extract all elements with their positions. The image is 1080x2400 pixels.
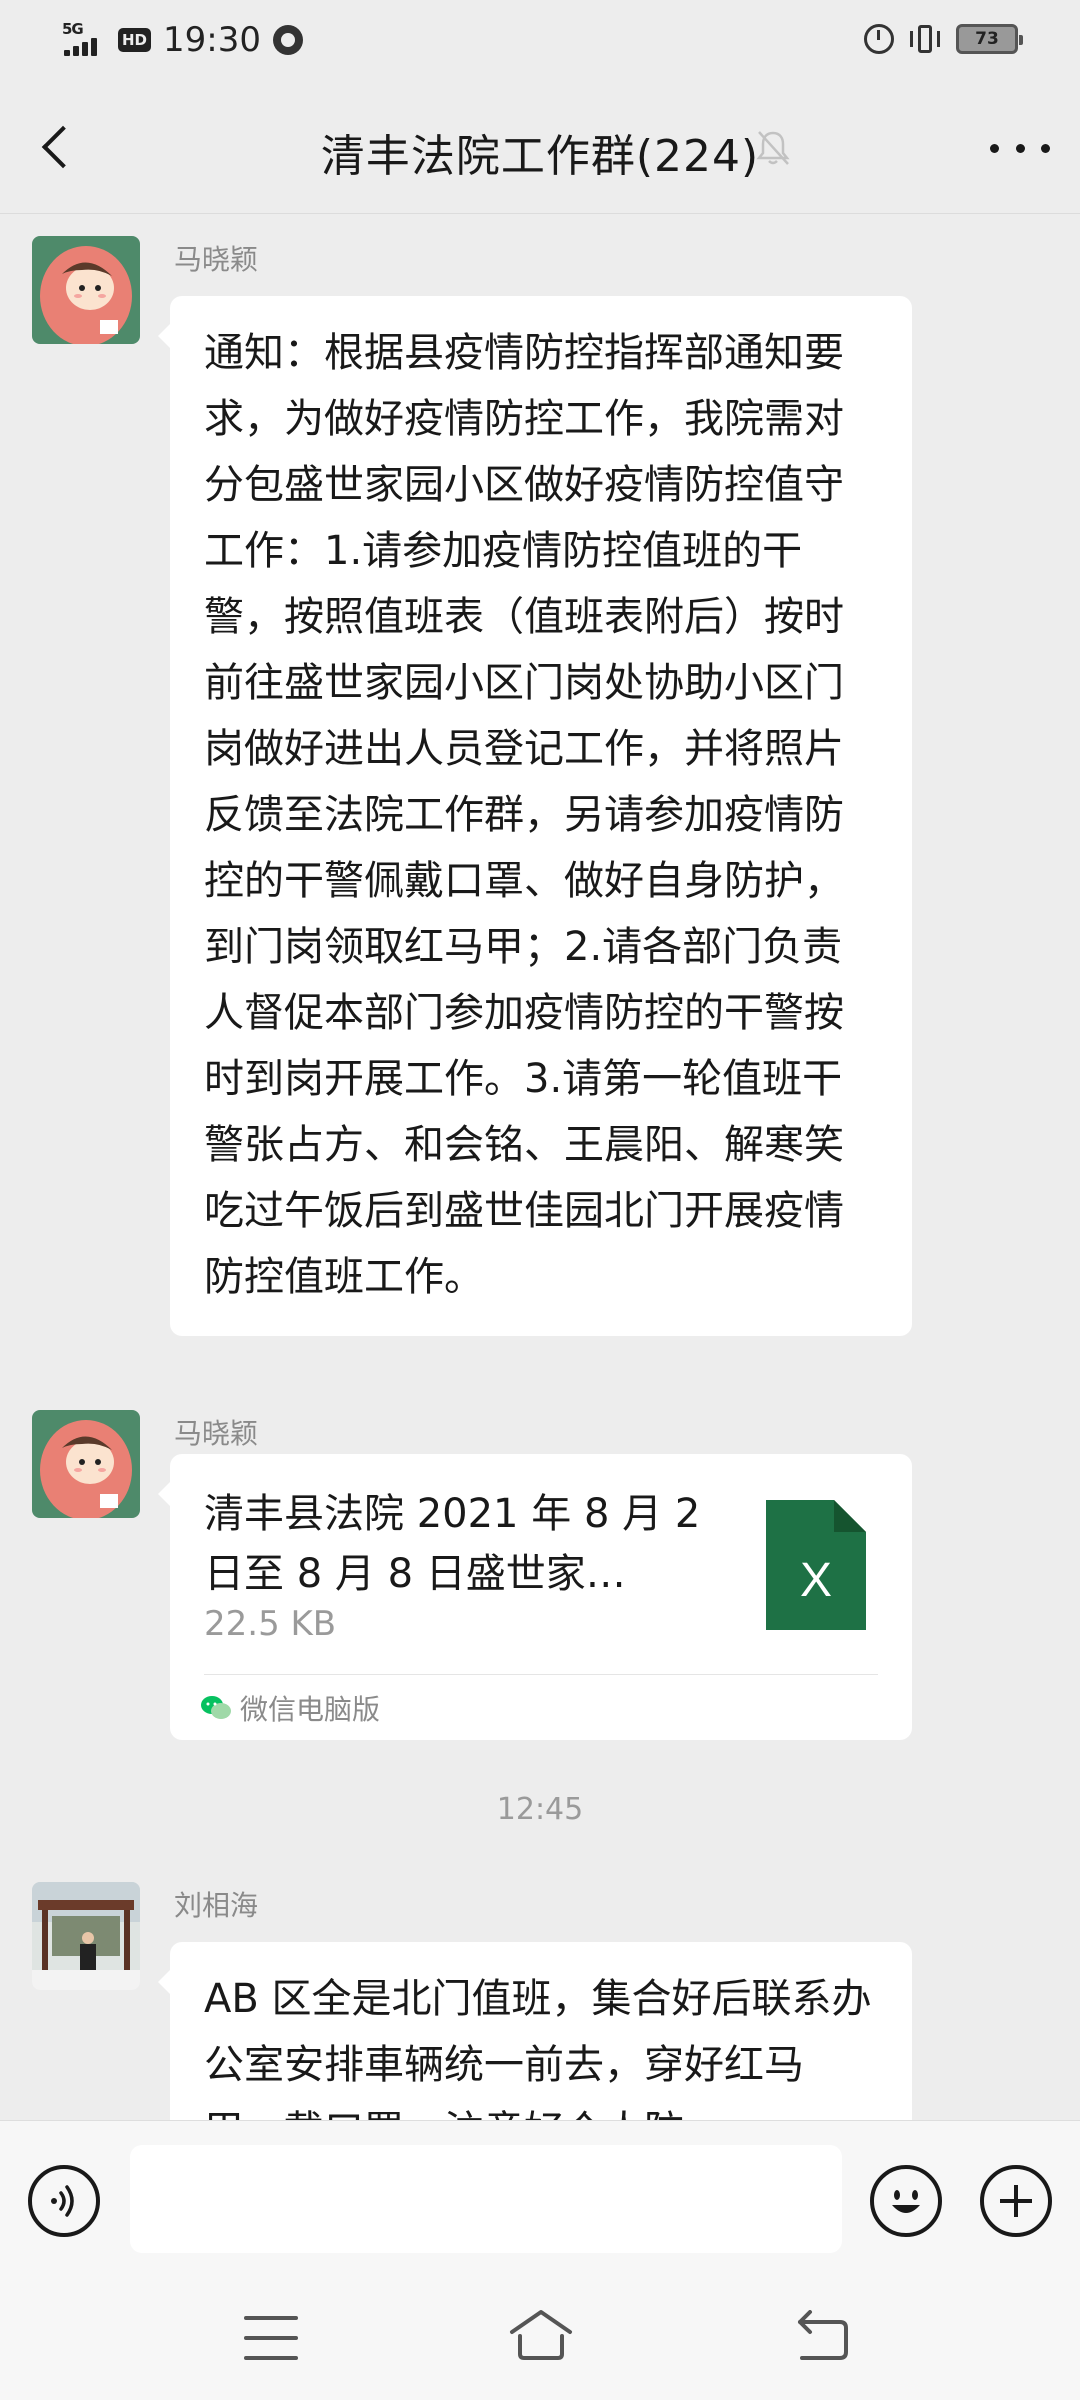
file-divider [204, 1674, 878, 1675]
avatar[interactable] [32, 1882, 140, 1990]
home-icon[interactable] [506, 2306, 576, 2366]
emoji-icon[interactable] [870, 2165, 942, 2237]
menu-icon[interactable] [244, 2316, 298, 2360]
status-time: 19:30 [163, 20, 261, 60]
chat-header: 清丰法院工作群(224) [0, 80, 1080, 214]
network-type: 5G [62, 20, 84, 38]
status-right: 73 [864, 22, 1023, 56]
message-input[interactable] [130, 2145, 842, 2253]
file-name: 清丰县法院 2021 年 8 月 2 日至 8 月 8 日盛世家… [204, 1491, 701, 1597]
more-icon[interactable] [990, 136, 1050, 160]
time-separator: 12:45 [496, 1792, 584, 1827]
input-bar [0, 2120, 1080, 2276]
vibrate-icon [908, 22, 942, 56]
plus-icon[interactable] [980, 2165, 1052, 2237]
alarm-icon [864, 24, 894, 54]
text-message-bubble[interactable]: AB 区全是北门值班，集合好后联系办公室安排車辆统一前去，穿好红马甲，戴口罩，注… [158, 1942, 912, 2120]
file-source: 微信电脑版 [200, 1686, 380, 1730]
wechat-icon [201, 1696, 231, 1719]
back-nav-icon[interactable] [792, 2310, 852, 2364]
file-size: 22.5 KB [204, 1604, 337, 1644]
battery-level: 73 [975, 29, 999, 49]
avatar[interactable] [32, 236, 140, 344]
title-wrap: 清丰法院工作群(224) [0, 120, 1080, 184]
avatar[interactable] [32, 1410, 140, 1518]
voice-icon[interactable] [28, 2165, 100, 2237]
svg-text:X: X [800, 1554, 832, 1607]
status-bar: 5G HD 19:30 73 [0, 0, 1080, 80]
battery-icon: 73 [956, 24, 1023, 54]
chat-title: 清丰法院工作群(224) [320, 131, 760, 182]
sender-name: 马晓颖 [174, 1417, 259, 1450]
text-message-bubble[interactable]: 通知：根据县疫情防控指挥部通知要求，为做好疫情防控工作，我院需对分包盛世家园小区… [158, 296, 912, 1336]
excel-file-icon: X [766, 1500, 866, 1630]
sender-name: 刘相海 [174, 1889, 259, 1922]
system-nav-bar [0, 2276, 1080, 2400]
source-label: 微信电脑版 [240, 1693, 381, 1726]
signal-icon: 5G [62, 20, 110, 60]
mute-icon [756, 131, 790, 165]
chat-area[interactable]: 马晓颖 通知：根据县疫情防控指挥部通知要求，为做好疫情防控工作，我院需对分包盛世… [0, 214, 1080, 2120]
hd-badge: HD [118, 28, 152, 52]
app-notification-icon [273, 25, 303, 55]
status-left: 5G HD 19:30 [62, 18, 303, 62]
sender-name: 马晓颖 [174, 243, 259, 276]
file-message-bubble[interactable]: 清丰县法院 2021 年 8 月 2 日至 8 月 8 日盛世家… 22.5 K… [158, 1454, 912, 1740]
